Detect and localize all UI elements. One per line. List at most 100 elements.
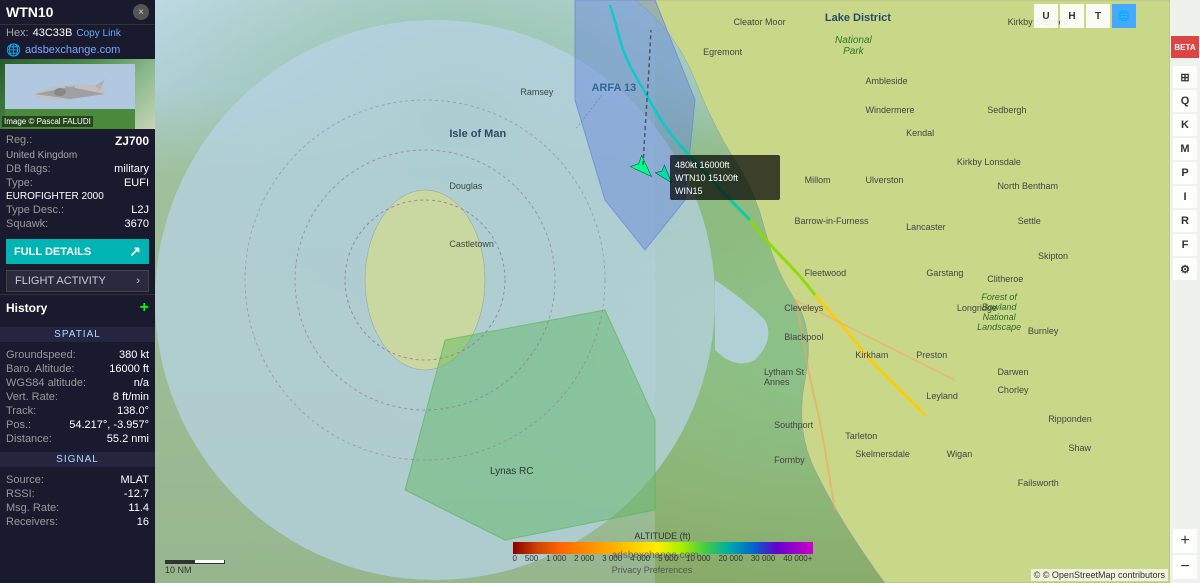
history-title: History [6, 301, 47, 315]
history-add-button[interactable]: + [140, 299, 149, 317]
spatial-section: Groundspeed: 380 kt Baro. Altitude: 1600… [0, 344, 155, 450]
receivers-value: 16 [137, 516, 149, 528]
svg-text:WIN15: WIN15 [675, 186, 703, 196]
svg-text:WTN10 15100ft: WTN10 15100ft [675, 173, 739, 183]
track-value: 138.0° [117, 405, 149, 417]
squawk-label: Squawk: [6, 218, 48, 230]
f-button[interactable]: F [1173, 234, 1197, 256]
source-signal-label: Source: [6, 474, 44, 486]
hex-value: 43C33B [33, 27, 73, 39]
zoom-out-button[interactable]: − [1173, 555, 1197, 579]
rssi-value: -12.7 [124, 488, 149, 500]
msg-rate-value: 11.4 [128, 502, 149, 514]
spatial-title: SPATIAL [0, 327, 155, 342]
i-button[interactable]: I [1173, 186, 1197, 208]
type-row: Type: EUFI [6, 176, 149, 190]
typedesc-label: Type Desc.: [6, 204, 64, 216]
baro-alt-label: Baro. Altitude: [6, 363, 75, 375]
callsign: WTN10 [6, 4, 53, 20]
history-section: History + [0, 294, 155, 325]
m-button[interactable]: M [1173, 138, 1197, 160]
t-button[interactable]: T [1086, 4, 1110, 28]
pos-row: Pos.: 54.217°, -3.957° [6, 418, 149, 432]
rssi-row: RSSI: -12.7 [6, 487, 149, 501]
pos-value: 54.217°, -3.957° [69, 419, 149, 431]
distance-label: Distance: [6, 433, 52, 445]
vert-rate-row: Vert. Rate: 8 ft/min [6, 390, 149, 404]
typedesc-value: L2J [131, 204, 149, 216]
msg-rate-label: Msg. Rate: [6, 502, 59, 514]
beta-button[interactable]: BETA [1171, 36, 1199, 58]
u-button[interactable]: U [1034, 4, 1058, 28]
vert-rate-value: 8 ft/min [113, 391, 149, 403]
track-label: Track: [6, 405, 36, 417]
receivers-row: Receivers: 16 [6, 515, 149, 529]
svg-text:480kt 16000ft: 480kt 16000ft [675, 160, 730, 170]
aircraft-image: Image © Pascal FALUDI [0, 59, 155, 129]
signal-section: Source: MLAT RSSI: -12.7 Msg. Rate: 11.4… [0, 469, 155, 533]
scale-label: 10 NM [165, 565, 192, 575]
app: WTN10 × Hex: 43C33B Copy Link 🌐 adsbexch… [0, 0, 1200, 583]
rssi-label: RSSI: [6, 488, 35, 500]
history-header: History + [6, 299, 149, 317]
wgs84-value: n/a [134, 377, 149, 389]
receivers-label: Receivers: [6, 516, 58, 528]
r-button[interactable]: R [1173, 210, 1197, 232]
top-bar-buttons: U H T 🌐 [1034, 4, 1136, 28]
distance-value: 55.2 nmi [107, 433, 149, 445]
wgs84-label: WGS84 altitude: [6, 377, 86, 389]
country-row: United Kingdom [6, 149, 149, 162]
groundspeed-label: Groundspeed: [6, 349, 76, 361]
track-row: Track: 138.0° [6, 404, 149, 418]
altitude-label: ALTITUDE (ft) [634, 531, 690, 541]
dbflags-value: military [114, 163, 149, 175]
adsb-watermark: adsbexchange.com [612, 550, 699, 561]
map-svg: 480kt 16000ft WTN10 15100ft WIN15 [155, 0, 1170, 583]
distance-row: Distance: 55.2 nmi [6, 432, 149, 446]
baro-alt-row: Baro. Altitude: 16000 ft [6, 362, 149, 376]
scale-line [165, 560, 225, 564]
copy-link-button[interactable]: Copy Link [76, 28, 120, 39]
info-section: Reg.: ZJ700 United Kingdom DB flags: mil… [0, 129, 155, 235]
baro-alt-value: 16000 ft [109, 363, 149, 375]
squawk-value: 3670 [125, 218, 149, 230]
panel-header: WTN10 × [0, 0, 155, 25]
h-button[interactable]: H [1060, 4, 1084, 28]
layers-button[interactable]: ⊞ [1173, 66, 1197, 88]
model-value: EUROFIGHTER 2000 [6, 191, 104, 202]
source-row: 🌐 adsbexchange.com [0, 41, 155, 59]
k-button[interactable]: K [1173, 114, 1197, 136]
reg-label: Reg.: [6, 134, 32, 148]
globe-map-button[interactable]: 🌐 [1112, 4, 1136, 28]
source-signal-value: MLAT [120, 474, 149, 486]
squawk-row: Squawk: 3670 [6, 217, 149, 231]
vert-rate-label: Vert. Rate: [6, 391, 58, 403]
dbflags-label: DB flags: [6, 163, 51, 175]
full-details-button[interactable]: FULL DETAILS ↗ [6, 239, 149, 264]
country-value: United Kingdom [6, 150, 77, 161]
aircraft-image-placeholder: Image © Pascal FALUDI [0, 59, 155, 129]
q-button[interactable]: Q [1173, 90, 1197, 112]
msg-rate-row: Msg. Rate: 11.4 [6, 501, 149, 515]
model-row: EUROFIGHTER 2000 [6, 190, 149, 203]
p-button[interactable]: P [1173, 162, 1197, 184]
type-label: Type: [6, 177, 33, 189]
close-button[interactable]: × [133, 4, 149, 20]
source-signal-row: Source: MLAT [6, 473, 149, 487]
reg-value: ZJ700 [115, 134, 149, 148]
left-panel: WTN10 × Hex: 43C33B Copy Link 🌐 adsbexch… [0, 0, 155, 583]
type-value: EUFI [124, 177, 149, 189]
privacy-link[interactable]: Privacy Preferences [612, 565, 693, 575]
scale-bar: 10 NM [165, 560, 225, 575]
source-link[interactable]: adsbexchange.com [25, 44, 120, 56]
map-area[interactable]: 480kt 16000ft WTN10 15100ft WIN15 Lake D… [155, 0, 1170, 583]
settings-button[interactable]: ⚙ [1173, 258, 1197, 280]
zoom-in-button[interactable]: + [1173, 529, 1197, 553]
flight-activity-button[interactable]: FLIGHT ACTIVITY › [6, 270, 149, 292]
map-attribution: © © OpenStreetMap contributors [1031, 569, 1168, 581]
signal-title: SIGNAL [0, 452, 155, 467]
typedesc-row: Type Desc.: L2J [6, 203, 149, 217]
right-sidebar: BETA ⊞ Q K M P I R F ⚙ + − [1170, 0, 1200, 583]
wgs84-row: WGS84 altitude: n/a [6, 376, 149, 390]
pos-label: Pos.: [6, 419, 31, 431]
